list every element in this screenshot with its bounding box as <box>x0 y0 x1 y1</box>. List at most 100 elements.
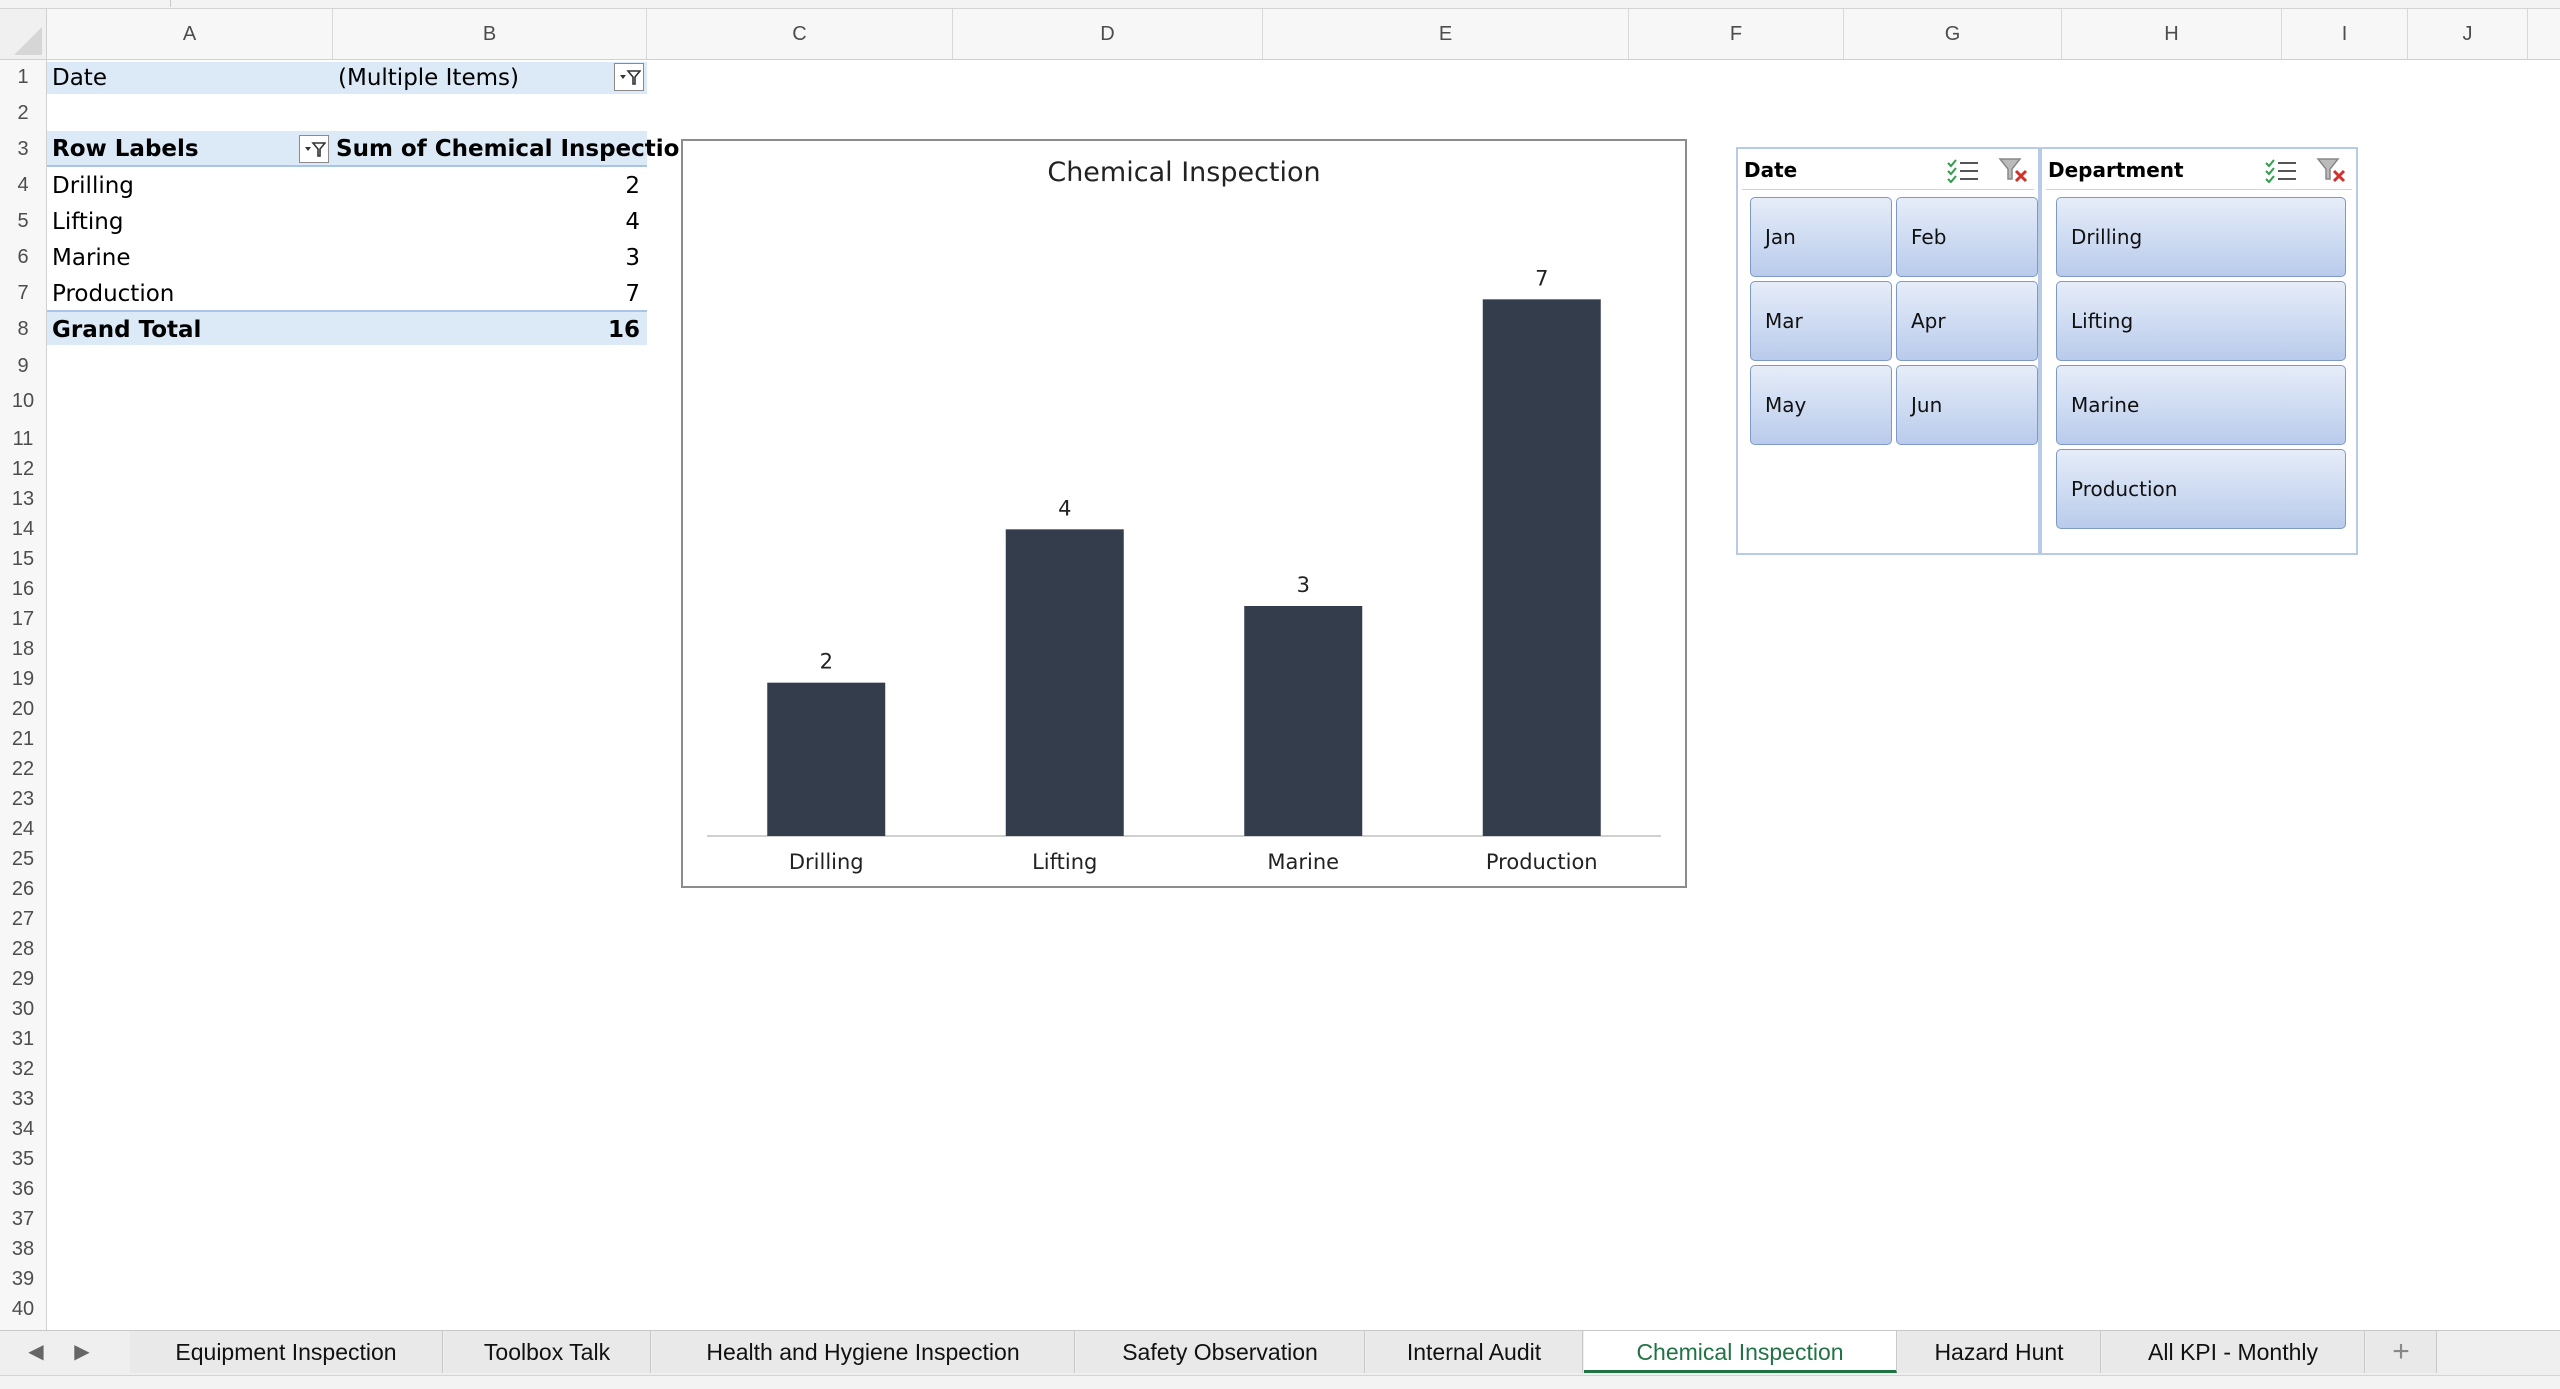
slicer-item-feb[interactable]: Feb <box>1896 197 2038 277</box>
chart-bar-production[interactable] <box>1482 299 1601 836</box>
row-header[interactable]: 24 <box>0 818 46 841</box>
column-header-e[interactable]: E <box>1263 9 1629 59</box>
name-box[interactable] <box>0 0 171 7</box>
chart-bar-lifting[interactable] <box>1005 529 1124 836</box>
row-header[interactable]: 7 <box>0 282 46 305</box>
row-header[interactable]: 40 <box>0 1298 46 1321</box>
grand-total-label[interactable]: Grand Total <box>52 315 201 345</box>
row-header[interactable]: 36 <box>0 1178 46 1201</box>
row-header[interactable]: 8 <box>0 318 46 341</box>
slicer-item-marine[interactable]: Marine <box>2056 365 2346 445</box>
pivot-row-label[interactable]: Marine <box>52 243 131 273</box>
row-header[interactable]: 12 <box>0 458 46 481</box>
slicer-item-mar[interactable]: Mar <box>1750 281 1892 361</box>
chart-bar-drilling[interactable] <box>767 682 886 836</box>
row-header[interactable]: 16 <box>0 578 46 601</box>
pivot-filter-label[interactable]: Date <box>52 63 107 93</box>
pivot-page-filter-button[interactable] <box>614 63 644 91</box>
slicer-item-may[interactable]: May <box>1750 365 1892 445</box>
row-header[interactable]: 10 <box>0 390 46 413</box>
slicer-item-jan[interactable]: Jan <box>1750 197 1892 277</box>
row-header[interactable]: 19 <box>0 668 46 691</box>
slicer-item-lifting[interactable]: Lifting <box>2056 281 2346 361</box>
tab-internal-audit[interactable]: Internal Audit <box>1366 1331 1583 1373</box>
clear-filter-icon[interactable] <box>1998 157 2030 183</box>
row-labels-header[interactable]: Row Labels <box>52 134 199 164</box>
department-slicer[interactable]: Department Drilling Lifting Marine Produ… <box>2040 147 2358 555</box>
row-header[interactable]: 1 <box>0 66 46 89</box>
column-header-i[interactable]: I <box>2282 9 2408 59</box>
column-header-j[interactable]: J <box>2408 9 2528 59</box>
column-header-b[interactable]: B <box>333 9 647 59</box>
column-header-f[interactable]: F <box>1629 9 1844 59</box>
chemical-inspection-chart[interactable]: Chemical Inspection 2 Drilling 4 Lifting 3 Ma… <box>681 139 1687 888</box>
pivot-row-label[interactable]: Lifting <box>52 207 123 237</box>
row-header[interactable]: 20 <box>0 698 46 721</box>
date-slicer[interactable]: Date Jan Feb Mar Apr May Jun <box>1736 147 2040 555</box>
grand-total-value[interactable]: 16 <box>560 315 640 345</box>
row-header[interactable]: 34 <box>0 1118 46 1141</box>
row-header[interactable]: 22 <box>0 758 46 781</box>
slicer-item-jun[interactable]: Jun <box>1896 365 2038 445</box>
row-header[interactable]: 38 <box>0 1238 46 1261</box>
pivot-row-value[interactable]: 7 <box>560 279 640 309</box>
row-header[interactable]: 9 <box>0 355 46 378</box>
left-arrow-icon[interactable]: ◀ <box>18 1331 54 1373</box>
right-arrow-icon[interactable]: ▶ <box>64 1331 100 1373</box>
clear-filter-icon[interactable] <box>2316 157 2348 183</box>
row-header[interactable]: 2 <box>0 102 46 125</box>
pivot-filter-value[interactable]: (Multiple Items) <box>338 63 519 93</box>
tab-equipment-inspection[interactable]: Equipment Inspection <box>130 1331 443 1373</box>
tab-hazard-hunt[interactable]: Hazard Hunt <box>1898 1331 2101 1373</box>
row-header[interactable]: 35 <box>0 1148 46 1171</box>
row-header[interactable]: 30 <box>0 998 46 1021</box>
row-header[interactable]: 26 <box>0 878 46 901</box>
row-header[interactable]: 5 <box>0 210 46 233</box>
tab-all-kpi-monthly[interactable]: All KPI - Monthly <box>2102 1331 2365 1373</box>
row-header[interactable]: 6 <box>0 246 46 269</box>
row-header[interactable]: 37 <box>0 1208 46 1231</box>
row-header[interactable]: 21 <box>0 728 46 751</box>
tab-safety-observation[interactable]: Safety Observation <box>1076 1331 1365 1373</box>
row-header[interactable]: 28 <box>0 938 46 961</box>
row-header[interactable]: 14 <box>0 518 46 541</box>
row-header[interactable]: 4 <box>0 174 46 197</box>
row-header[interactable]: 33 <box>0 1088 46 1111</box>
row-header[interactable]: 13 <box>0 488 46 511</box>
row-header[interactable]: 15 <box>0 548 46 571</box>
pivot-row-value[interactable]: 3 <box>560 243 640 273</box>
slicer-item-apr[interactable]: Apr <box>1896 281 2038 361</box>
multi-select-icon[interactable] <box>1946 157 1980 183</box>
chart-bar-marine[interactable] <box>1244 606 1363 836</box>
row-header[interactable]: 31 <box>0 1028 46 1051</box>
row-header[interactable]: 3 <box>0 138 46 161</box>
row-header[interactable]: 27 <box>0 908 46 931</box>
row-header[interactable]: 29 <box>0 968 46 991</box>
row-header[interactable]: 32 <box>0 1058 46 1081</box>
row-labels-filter-button[interactable] <box>299 135 329 163</box>
row-header[interactable]: 25 <box>0 848 46 871</box>
row-header[interactable]: 18 <box>0 638 46 661</box>
row-header[interactable]: 11 <box>0 428 46 451</box>
row-header[interactable]: 23 <box>0 788 46 811</box>
tab-health-and-hygiene-inspection[interactable]: Health and Hygiene Inspection <box>652 1331 1075 1373</box>
add-sheet-button[interactable]: + <box>2366 1331 2437 1373</box>
column-header-d[interactable]: D <box>953 9 1263 59</box>
pivot-row-value[interactable]: 2 <box>560 171 640 201</box>
slicer-item-drilling[interactable]: Drilling <box>2056 197 2346 277</box>
pivot-row-label[interactable]: Production <box>52 279 174 309</box>
pivot-row-value[interactable]: 4 <box>560 207 640 237</box>
column-header-c[interactable]: C <box>647 9 953 59</box>
tab-toolbox-talk[interactable]: Toolbox Talk <box>444 1331 651 1373</box>
tab-chemical-inspection[interactable]: Chemical Inspection <box>1584 1331 1897 1373</box>
pivot-row-label[interactable]: Drilling <box>52 171 134 201</box>
column-header-h[interactable]: H <box>2062 9 2282 59</box>
multi-select-icon[interactable] <box>2264 157 2298 183</box>
slicer-item-production[interactable]: Production <box>2056 449 2346 529</box>
select-all-corner[interactable] <box>0 9 47 59</box>
column-header-a[interactable]: A <box>47 9 333 59</box>
row-header[interactable]: 17 <box>0 608 46 631</box>
column-header-g[interactable]: G <box>1844 9 2062 59</box>
sum-header[interactable]: Sum of Chemical Inspection <box>336 134 696 164</box>
row-header[interactable]: 39 <box>0 1268 46 1291</box>
